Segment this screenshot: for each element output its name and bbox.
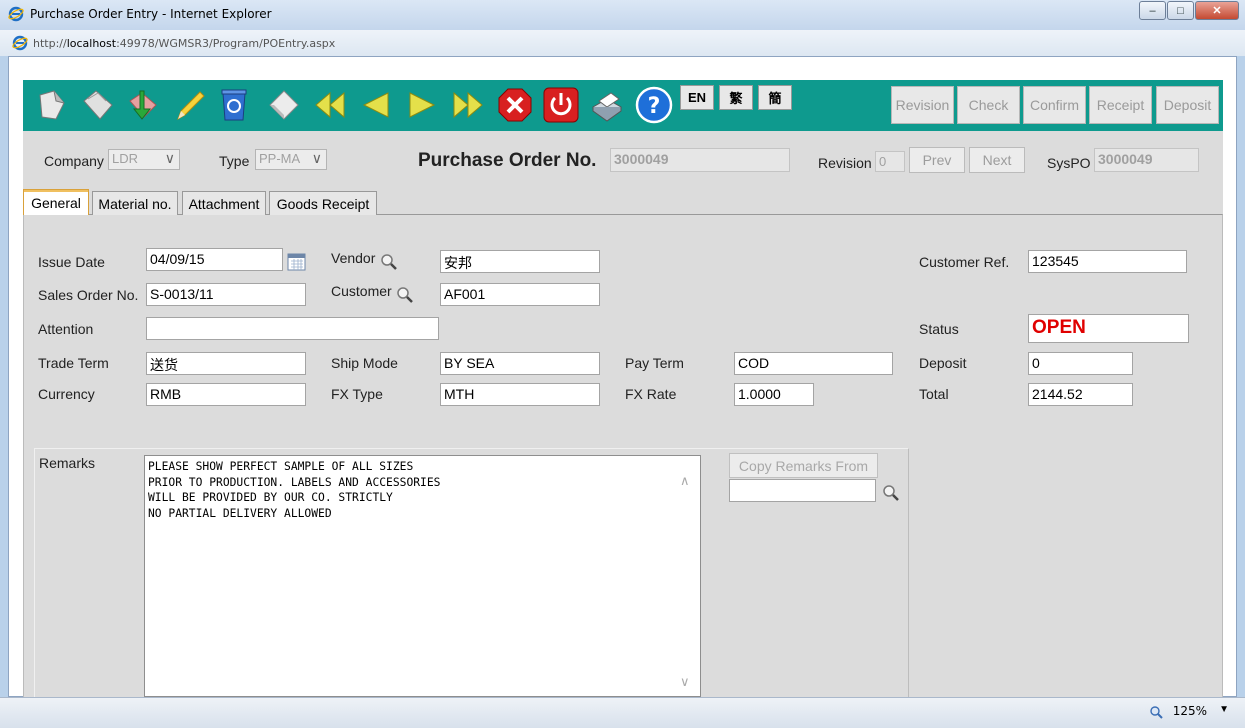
copy-remarks-search-icon[interactable] (882, 484, 900, 502)
ship-mode-field[interactable]: BY SEA (440, 352, 600, 375)
lang-simplified-button[interactable]: 簡 (758, 85, 792, 110)
po-number-field[interactable]: 3000049 (610, 148, 790, 172)
customer-search-icon[interactable] (396, 286, 414, 304)
chevron-down-icon: ∨ (164, 150, 175, 166)
po-title: Purchase Order No. (418, 150, 597, 171)
confirm-button[interactable]: Confirm (1023, 86, 1086, 124)
scroll-down-icon[interactable]: ∨ (680, 674, 690, 690)
revision-field[interactable]: 0 (875, 151, 905, 172)
deposit-button[interactable]: Deposit (1156, 86, 1219, 124)
page-ie-icon (12, 35, 28, 51)
remarks-label: Remarks (39, 455, 96, 471)
internet-explorer-icon (8, 6, 24, 22)
type-label: Type (219, 153, 250, 169)
pay-term-field[interactable]: COD (734, 352, 893, 375)
sales-order-field[interactable]: S-0013/11 (146, 283, 306, 306)
sales-order-label: Sales Order No. (38, 287, 139, 303)
customer-label: Customer (331, 283, 392, 299)
help-icon[interactable]: ? (635, 86, 673, 124)
chevron-down-icon: ∨ (311, 150, 322, 166)
ship-mode-label: Ship Mode (331, 355, 398, 371)
address-url[interactable]: http://localhost:49978/WGMSR3/Program/PO… (33, 37, 335, 50)
trade-term-field[interactable]: 送货 (146, 352, 306, 375)
fx-type-label: FX Type (331, 386, 383, 402)
minimize-button[interactable]: – (1139, 1, 1166, 20)
window-title: Purchase Order Entry - Internet Explorer (30, 7, 272, 21)
close-button[interactable]: ✕ (1195, 1, 1239, 20)
last-record-icon[interactable] (449, 86, 487, 124)
type-select[interactable]: PP-MA ∨ (255, 149, 327, 170)
lang-traditional-button[interactable]: 繁 (719, 85, 753, 110)
currency-label: Currency (38, 386, 95, 402)
exit-power-icon[interactable] (542, 86, 580, 124)
total-label: Total (919, 386, 949, 402)
scroll-up-icon[interactable]: ∧ (680, 473, 690, 489)
browser-status-bar: 125% ▼ (0, 697, 1245, 728)
tab-goods-receipt[interactable]: Goods Receipt (269, 191, 377, 215)
issue-date-label: Issue Date (38, 254, 105, 270)
status-label: Status (919, 321, 959, 337)
import-icon[interactable] (123, 86, 161, 124)
copy-remarks-field[interactable] (729, 479, 876, 502)
syspo-field[interactable]: 3000049 (1094, 148, 1199, 172)
next-button[interactable]: Next (969, 147, 1025, 173)
calendar-icon[interactable] (287, 252, 306, 271)
fx-rate-field[interactable]: 1.0000 (734, 383, 814, 406)
svg-text:?: ? (648, 94, 661, 119)
fx-type-field[interactable]: MTH (440, 383, 600, 406)
company-label: Company (44, 153, 104, 169)
total-field[interactable]: 2144.52 (1028, 383, 1133, 406)
print-icon[interactable] (588, 86, 626, 124)
new-doc-icon[interactable] (33, 86, 71, 124)
zoom-level[interactable]: 125% (1173, 704, 1207, 718)
main-toolbar: ? EN 繁 簡 Revision Check Confirm Receipt … (23, 80, 1223, 131)
receipt-button[interactable]: Receipt (1089, 86, 1152, 124)
lang-en-button[interactable]: EN (680, 85, 714, 110)
maximize-button[interactable]: □ (1167, 1, 1194, 20)
vendor-search-icon[interactable] (380, 253, 398, 271)
fx-rate-label: FX Rate (625, 386, 677, 402)
eraser-icon[interactable] (265, 86, 303, 124)
customer-ref-label: Customer Ref. (919, 254, 1010, 270)
vendor-field[interactable]: 安邦 (440, 250, 600, 273)
edit-pencil-icon[interactable] (171, 86, 209, 124)
remarks-textarea[interactable]: PLEASE SHOW PERFECT SAMPLE OF ALL SIZES … (144, 455, 701, 697)
customer-ref-field[interactable]: 123545 (1028, 250, 1187, 273)
tab-general[interactable]: General (23, 189, 89, 215)
deposit-label: Deposit (919, 355, 967, 371)
attention-field[interactable] (146, 317, 439, 340)
syspo-label: SysPO (1047, 155, 1091, 171)
zoom-icon (1150, 706, 1163, 719)
customer-field[interactable]: AF001 (440, 283, 600, 306)
issue-date-field[interactable]: 04/09/15 (146, 248, 283, 271)
recycle-bin-icon[interactable] (215, 86, 253, 124)
currency-field[interactable]: RMB (146, 383, 306, 406)
copy-remarks-button[interactable]: Copy Remarks From (729, 453, 878, 478)
attention-label: Attention (38, 321, 94, 337)
tab-material-no[interactable]: Material no. (92, 191, 178, 215)
next-record-icon[interactable] (403, 86, 441, 124)
company-select[interactable]: LDR ∨ (108, 149, 180, 170)
status-badge: OPEN (1028, 314, 1189, 343)
revision-label: Revision (818, 155, 872, 171)
trade-term-label: Trade Term (38, 355, 109, 371)
zoom-dropdown-icon[interactable]: ▼ (1219, 704, 1229, 715)
prev-button[interactable]: Prev (909, 147, 965, 173)
deposit-field[interactable]: 0 (1028, 352, 1133, 375)
cancel-icon[interactable] (496, 86, 534, 124)
window-titlebar: Purchase Order Entry - Internet Explorer… (0, 0, 1245, 30)
address-bar[interactable]: http://localhost:49978/WGMSR3/Program/PO… (0, 30, 1245, 56)
previous-record-icon[interactable] (357, 86, 395, 124)
check-button[interactable]: Check (957, 86, 1020, 124)
pay-term-label: Pay Term (625, 355, 684, 371)
copy-doc-icon[interactable] (79, 86, 117, 124)
first-record-icon[interactable] (311, 86, 349, 124)
tab-attachment[interactable]: Attachment (182, 191, 266, 215)
revision-button[interactable]: Revision (891, 86, 954, 124)
vendor-label: Vendor (331, 250, 376, 266)
